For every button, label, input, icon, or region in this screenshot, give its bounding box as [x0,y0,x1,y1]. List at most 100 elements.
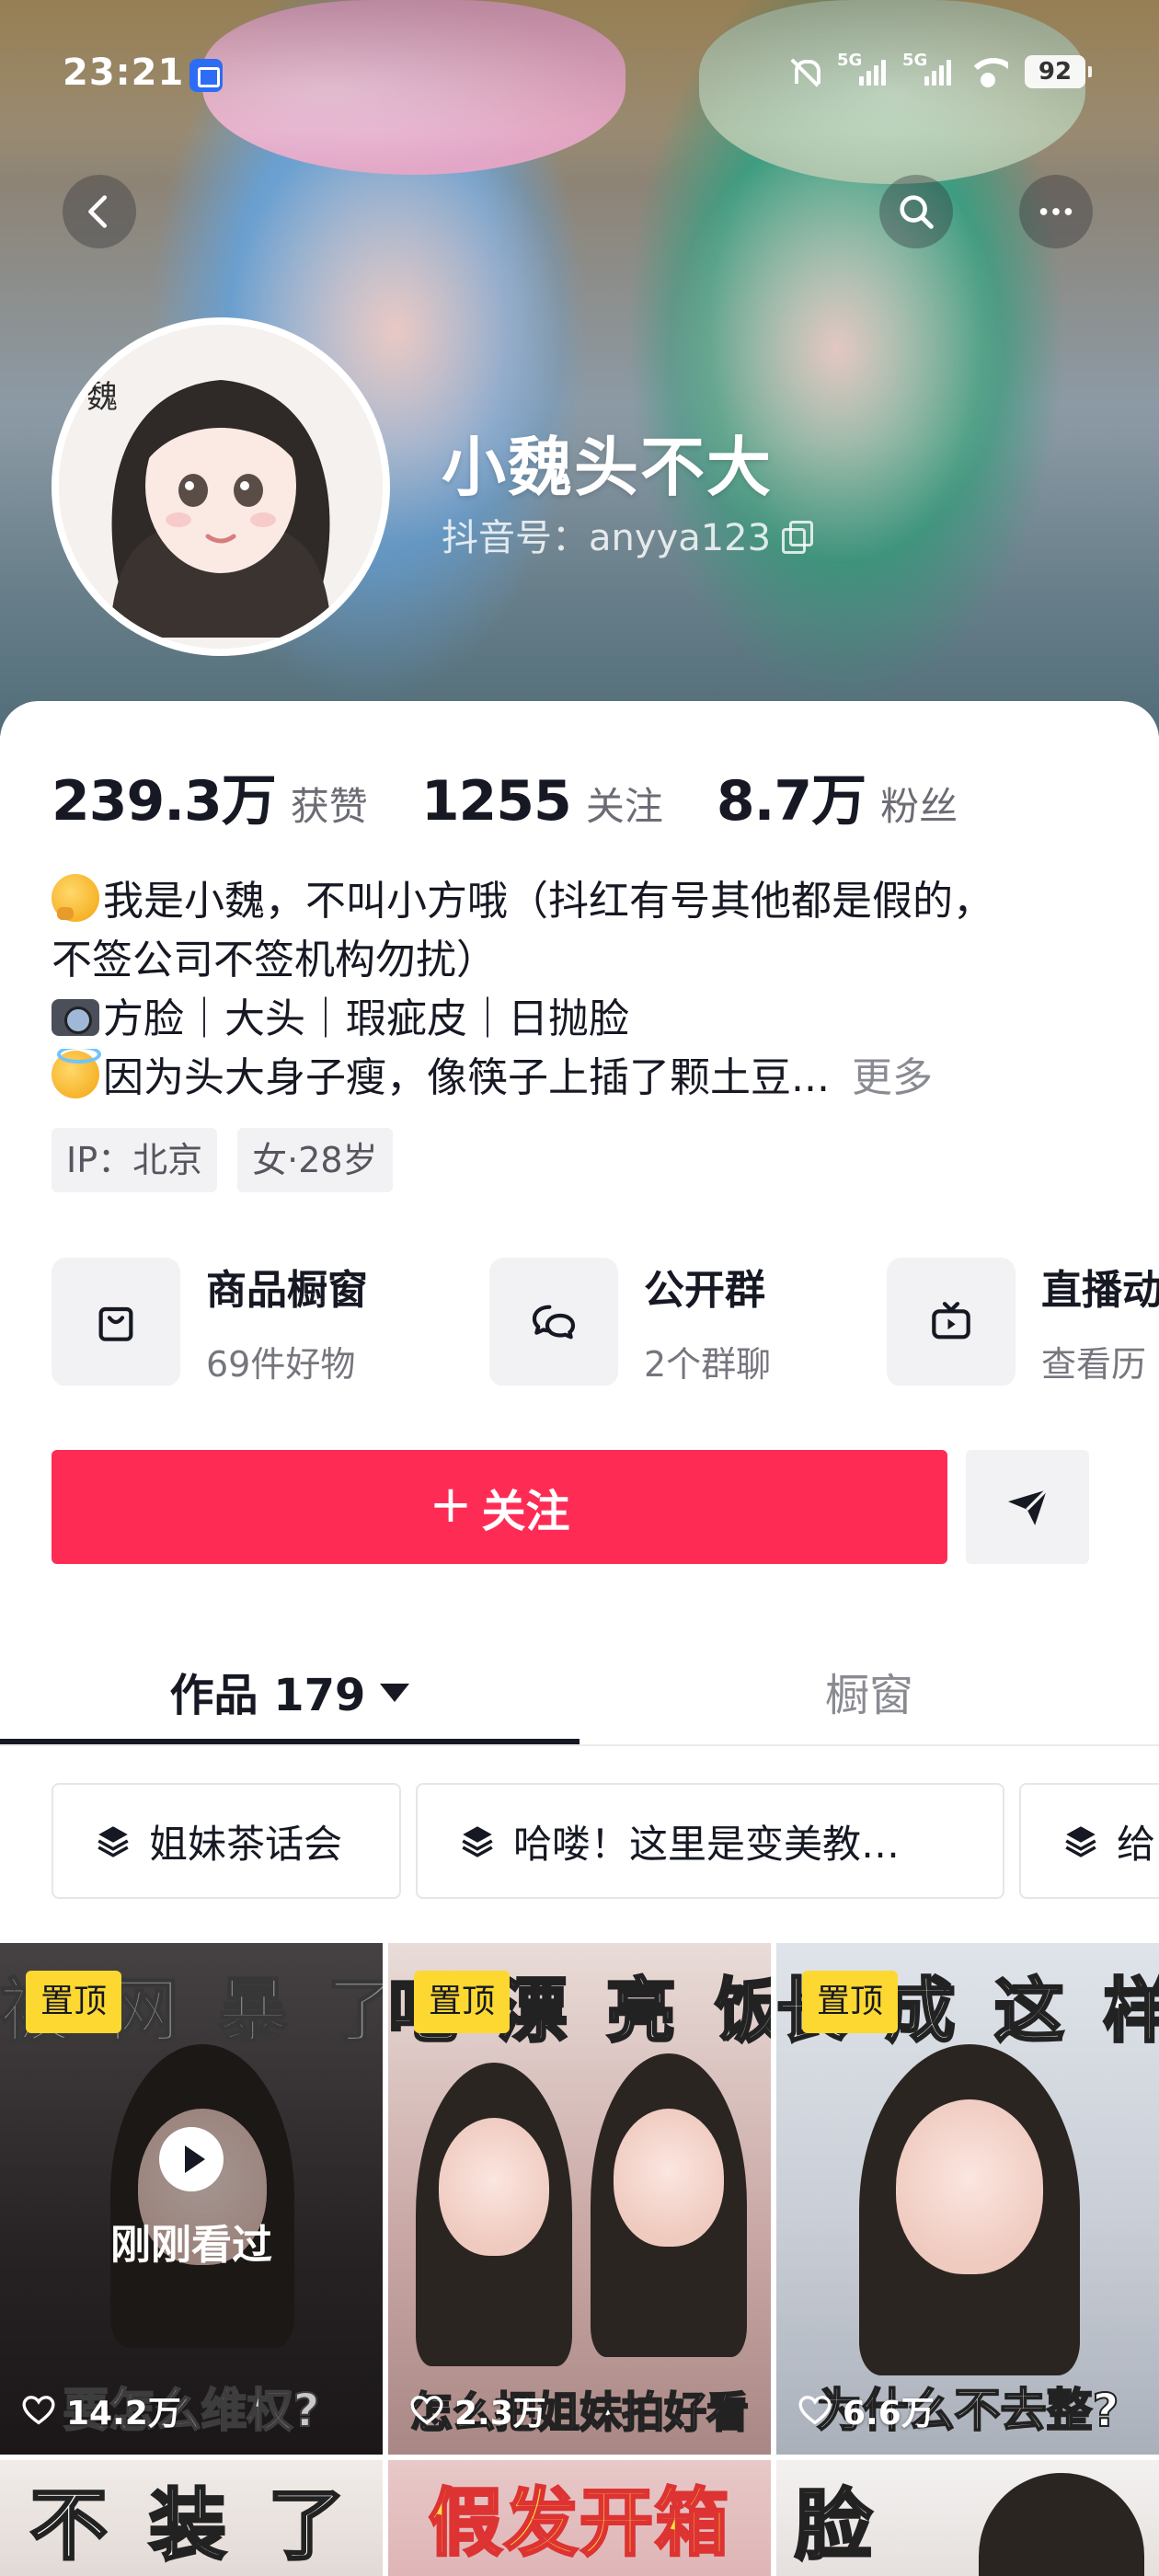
collection-chip[interactable]: 姐妹茶话会 [52,1783,401,1899]
tab-showcase[interactable]: 橱窗 [580,1636,1159,1746]
heart-outline-icon [798,2396,832,2425]
stat-following[interactable]: 1255 关注 [421,769,663,834]
tab-showcase-label: 橱窗 [824,1670,913,1721]
signal-icon-2: 5G [902,51,951,86]
video-top-caption: 脸 [794,2479,880,2572]
collection-chip-label: 哈喽！这里是变美教… [513,1821,901,1867]
stack-layers-icon [462,1826,493,1857]
network-label-2: 5G [902,51,928,70]
bio-more-link[interactable]: 更多 [852,1054,933,1101]
more-dots-icon [1039,208,1073,215]
tab-works-label: 作品 179 [169,1670,366,1721]
battery-indicator: 92 [1025,55,1092,88]
stack-layers-icon [98,1826,129,1857]
wifi-icon [968,56,1008,87]
caret-down-icon [380,1684,410,1702]
chevron-left-icon [88,195,108,228]
play-icon [159,2127,224,2191]
video-likes: 6.6万 [797,2386,935,2434]
service-subtitle: 69件好物 [206,1344,356,1385]
bio-line-3: 方脸｜大头｜瑕疵皮｜日抛脸 [103,995,629,1042]
status-bar: 23:21 5G 5G 92 [0,0,1159,94]
tv-icon [932,1301,970,1339]
video-thumbnail[interactable]: 被 网 暴 了 刚刚看过 置顶 要怎么维权? 14.2万 [0,1943,383,2455]
video-thumbnail[interactable]: 吃 漂 亮 饭 置顶 怎么把姐妹拍好看 2.3万 [388,1943,771,2455]
service-live-replay[interactable]: 直播动 查看历 [887,1257,1159,1386]
video-likes-count: 14.2万 [66,2395,181,2432]
service-title: 商品橱窗 [206,1267,368,1314]
avatar[interactable]: 魏 [52,317,390,656]
stat-value: 8.7万 [716,769,866,834]
video-likes-count: 6.6万 [843,2395,935,2432]
pinned-badge: 置顶 [414,1971,511,2033]
avatar-signature: 魏 [86,379,118,416]
stat-followers[interactable]: 8.7万 粉丝 [717,756,958,836]
profile-sheet: 239.3万 获赞 1255 关注 8.7万 粉丝 我是小魏，不叫小方哦（抖红有… [0,701,1159,2576]
follow-button[interactable]: + 关注 [52,1450,947,1564]
plus-icon: + [429,1475,473,1535]
network-label-1: 5G [837,51,863,70]
profile-stats: 239.3万 获赞 1255 关注 8.7万 粉丝 [52,756,1011,836]
collection-chip[interactable]: 给 [1019,1783,1159,1899]
collection-chips: 姐妹茶话会 哈喽！这里是变美教… 给 [52,1783,1159,1899]
profile-tags: IP：北京 女·28岁 [52,1128,393,1192]
douyin-id: 抖音号：anyya123 [442,517,772,559]
video-top-caption: 假发开箱 [428,2479,730,2568]
stack-layers-icon [1065,1826,1096,1857]
video-thumbnail[interactable]: 不 装 了 [0,2460,383,2576]
smiling-halo-face-icon [52,1049,101,1098]
video-likes: 2.3万 [408,2386,546,2434]
signal-icon: 5G [837,51,886,86]
video-likes-count: 2.3万 [454,2395,546,2432]
video-likes: 14.2万 [20,2386,181,2434]
send-icon [1008,1489,1049,1525]
douyin-id-row[interactable]: 抖音号：anyya123 [442,508,814,561]
video-top-caption: 不 装 了 [29,2479,353,2572]
stat-likes[interactable]: 239.3万 获赞 [52,756,368,836]
copy-icon[interactable] [782,521,814,554]
service-shop-window[interactable]: 商品橱窗 69件好物 [52,1257,368,1386]
camera-flash-icon [52,999,99,1036]
service-public-group[interactable]: 公开群 2个群聊 [489,1257,771,1386]
pinned-badge: 置顶 [802,1971,899,2033]
follow-label: 关注 [481,1486,570,1537]
profile-bio[interactable]: 我是小魏，不叫小方哦（抖红有号其他都是假的， 不签公司不签机构勿扰） 方脸｜大头… [52,872,1119,1108]
pinned-badge: 置顶 [26,1971,122,2033]
search-icon [900,195,934,229]
bio-line-2: 不签公司不签机构勿扰） [52,937,497,983]
avatar-illustration: 魏 [59,325,383,649]
chat-bubbles-icon [532,1305,576,1339]
service-title: 公开群 [644,1267,765,1314]
service-title: 直播动 [1041,1267,1159,1314]
notification-app-icon [189,59,223,92]
recently-watched-label: 刚刚看过 [110,2222,272,2269]
shopping-bag-icon [98,1306,133,1341]
collection-chip[interactable]: 哈喽！这里是变美教… [416,1783,1004,1899]
status-time: 23:21 [63,52,185,94]
heart-outline-icon [410,2396,443,2425]
tab-works[interactable]: 作品 179 [0,1636,580,1746]
profile-nickname: 小魏头不大 [442,430,773,505]
heart-outline-icon [22,2396,55,2425]
stat-label: 关注 [585,784,663,829]
search-button[interactable] [879,175,953,248]
mute-bell-icon [789,56,820,87]
back-button[interactable] [63,175,136,248]
send-message-button[interactable] [966,1450,1089,1564]
gender-age-tag: 女·28岁 [237,1128,393,1192]
collection-chip-label: 给 [1117,1821,1156,1867]
thinking-face-icon [52,874,99,922]
bio-line-1: 我是小魏，不叫小方哦（抖红有号其他都是假的， [103,878,993,925]
active-tab-indicator [0,1739,580,1744]
video-thumbnail[interactable]: 假发开箱 [388,2460,771,2576]
content-tabs: 作品 179 橱窗 [0,1636,1159,1746]
video-grid: 被 网 暴 了 刚刚看过 置顶 要怎么维权? 14.2万 吃 漂 亮 饭 置顶 … [0,1943,1159,2576]
service-subtitle: 查看历 [1041,1344,1147,1385]
video-thumbnail[interactable]: 脸 [776,2460,1159,2576]
video-thumbnail[interactable]: 长 成 这 样 置顶 为什么不去整? 6.6万 [776,1943,1159,2455]
stat-label: 获赞 [290,784,368,829]
stat-label: 粉丝 [880,784,958,829]
bio-line-4: 因为头大身子瘦，像筷子上插了颗土豆... [103,1054,830,1101]
more-options-button[interactable] [1019,175,1093,248]
service-subtitle: 2个群聊 [644,1344,772,1385]
